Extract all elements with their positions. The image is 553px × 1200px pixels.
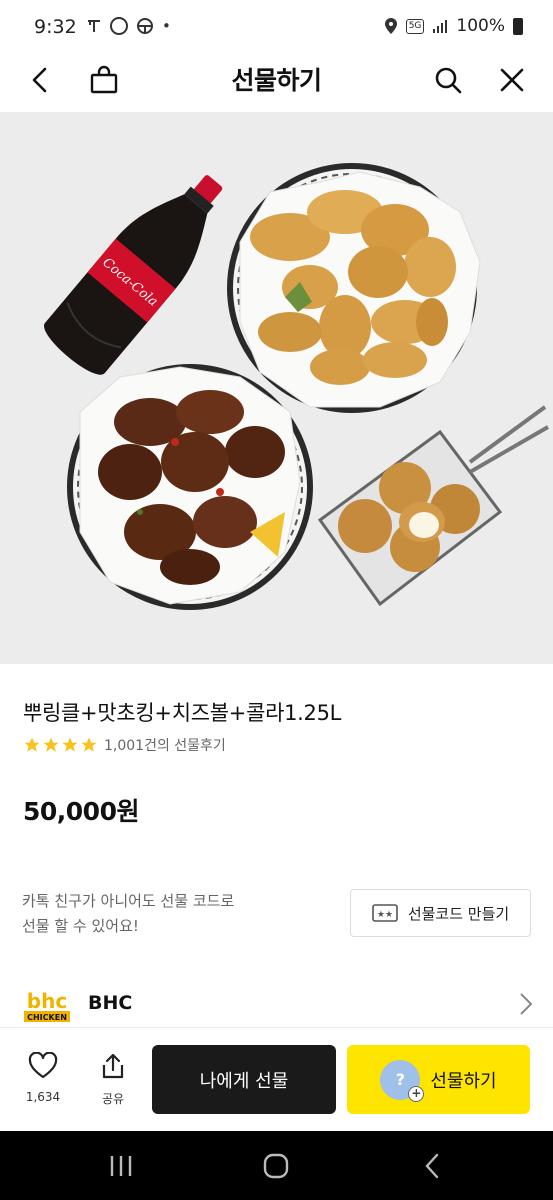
close-icon — [500, 68, 524, 92]
star-icon — [81, 737, 97, 752]
product-illustration: Coca-Cola — [44, 163, 549, 610]
recents-icon — [110, 1156, 132, 1176]
svg-text:CHICKEN: CHICKEN — [27, 1013, 67, 1022]
t-icon — [88, 20, 100, 32]
home-button[interactable] — [256, 1151, 296, 1181]
heart-icon — [28, 1051, 58, 1079]
product-price: 50,000원 — [23, 797, 139, 826]
page-title: 선물하기 — [231, 66, 322, 95]
rating-row[interactable]: 1,001건의 선물후기 — [23, 735, 226, 755]
signal-icon — [433, 20, 448, 33]
friend-avatar-icon: ? + — [380, 1059, 425, 1102]
product-image[interactable]: Coca-Cola — [0, 112, 553, 664]
send-gift-button[interactable]: ? + 선물하기 — [347, 1045, 530, 1114]
gift-to-me-label: 나에게 선물 — [199, 1070, 289, 1092]
create-gift-code-label: 선물코드 만들기 — [407, 904, 510, 923]
share-button[interactable]: 공유 — [88, 1052, 138, 1107]
status-time: 9:32 — [34, 16, 77, 38]
status-dot: • — [162, 17, 171, 35]
nav-back-icon — [425, 1153, 439, 1179]
system-back-button[interactable] — [412, 1151, 452, 1181]
rating-stars — [23, 736, 98, 754]
cheese-ball-basket — [317, 405, 549, 607]
bhc-logo: bhc CHICKEN — [24, 989, 70, 1022]
ticket-icon: ★★ — [372, 904, 398, 922]
spicy-chicken-basket — [67, 364, 313, 610]
gift-to-me-button[interactable]: 나에게 선물 — [152, 1045, 336, 1114]
status-left-icons: • — [86, 17, 171, 35]
status-bar: 9:32 • 5G 100% — [0, 0, 553, 58]
product-title: 뿌링클+맛초킹+치즈볼+콜라1.25L — [23, 701, 342, 725]
like-button[interactable]: 1,634 — [18, 1051, 68, 1104]
star-icon — [43, 737, 59, 752]
network-5g-badge: 5G — [405, 18, 425, 34]
cola-bottle: Coca-Cola — [44, 175, 223, 375]
close-button[interactable] — [492, 60, 532, 100]
bottom-action-bar: 1,634 공유 나에게 선물 ? + 선물하기 — [0, 1027, 553, 1131]
battery-percent: 100% — [456, 16, 505, 36]
recents-button[interactable] — [101, 1151, 141, 1181]
gift-code-message-line1: 카톡 친구가 아니어도 선물 코드로 — [22, 892, 235, 910]
svg-text:★★: ★★ — [377, 910, 393, 920]
kakao-icon — [110, 17, 128, 35]
brand-row[interactable]: bhc CHICKEN BHC — [0, 980, 553, 1028]
app-header: 선물하기 — [0, 58, 553, 112]
chevron-right-icon — [520, 993, 533, 1015]
star-icon — [62, 737, 78, 752]
share-icon — [102, 1053, 124, 1079]
status-right-icons: 5G 100% — [384, 16, 523, 36]
search-button[interactable] — [428, 60, 468, 100]
svg-text:bhc: bhc — [27, 989, 67, 1013]
battery-icon — [513, 17, 523, 35]
avatar-question-mark: ? — [395, 1070, 406, 1089]
gift-code-message: 카톡 친구가 아니어도 선물 코드로 선물 할 수 있어요! — [22, 889, 302, 939]
location-icon — [384, 18, 397, 34]
steering-icon — [137, 18, 153, 34]
create-gift-code-button[interactable]: ★★ 선물코드 만들기 — [350, 889, 531, 937]
like-count: 1,634 — [25, 1090, 61, 1104]
brand-name: BHC — [88, 992, 133, 1014]
search-icon — [435, 67, 462, 94]
gift-code-message-line2: 선물 할 수 있어요! — [22, 917, 139, 935]
send-gift-label: 선물하기 — [430, 1070, 497, 1092]
home-icon — [263, 1153, 289, 1179]
sprinkle-chicken-basket — [227, 163, 481, 413]
add-friend-icon: + — [408, 1085, 425, 1102]
star-icon — [24, 737, 40, 752]
system-nav-bar — [0, 1131, 553, 1200]
share-label: 공유 — [101, 1092, 125, 1106]
review-count: 1,001건의 선물후기 — [104, 738, 226, 754]
